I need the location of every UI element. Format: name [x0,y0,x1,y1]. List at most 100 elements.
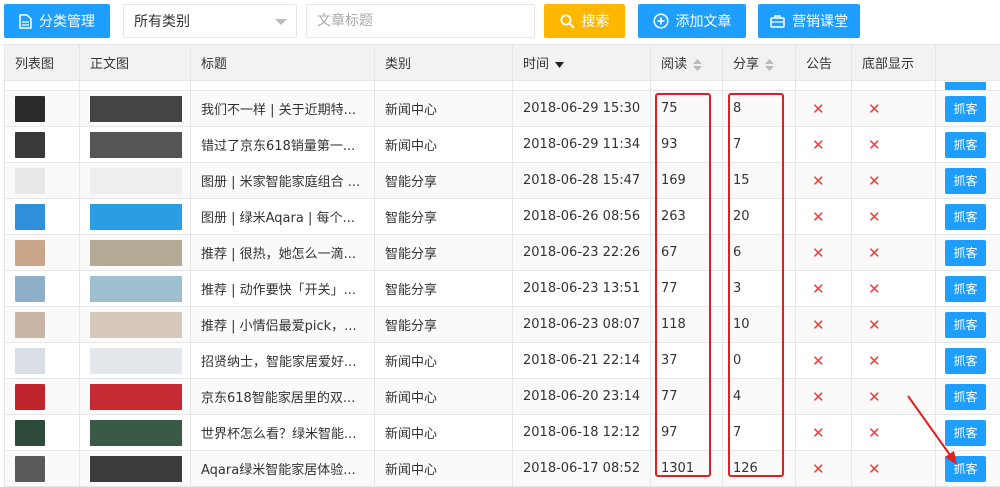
grab-customer-button[interactable]: 抓客 [945,95,986,122]
col-reads[interactable]: 阅读 [650,44,723,81]
article-title[interactable]: 我们不一样 | 关于近期特... [190,90,375,127]
grab-customer-button[interactable]: 抓客 [945,383,986,410]
col-bottom-display: 底部显示 [851,44,936,81]
grab-customer-button[interactable]: 抓客 [945,203,986,230]
list-thumbnail [15,383,45,410]
col-time[interactable]: 时间 [512,44,651,81]
close-icon[interactable]: ✕ [806,316,825,334]
article-category: 智能分享 [374,306,513,343]
share-count: 10 [722,306,796,343]
article-category: 智能分享 [374,234,513,271]
sort-icon[interactable] [765,58,775,71]
table-row: 图册 | 绿米Aqara | 每个... 智能分享 2018-06-26 08:… [4,198,1000,235]
article-title[interactable]: 推荐 | 动作要快「开关」... [190,270,375,307]
close-icon[interactable]: ✕ [862,100,881,118]
close-icon[interactable]: ✕ [806,388,825,406]
document-icon [19,13,32,29]
body-image-cell [79,126,191,163]
close-icon[interactable]: ✕ [862,460,881,478]
article-title[interactable]: 图册 | 米家智能家庭组合 ... [190,162,375,199]
table-row: 招贤纳士，智能家居爱好... 新闻中心 2018-06-21 22:14 37 … [4,342,1000,379]
article-title[interactable]: 错过了京东618销量第一... [190,126,375,163]
notice-cell: ✕ [795,234,852,271]
list-thumbnail [15,419,45,446]
close-icon[interactable]: ✕ [862,424,881,442]
article-title[interactable]: 推荐 | 很热，她怎么一滴... [190,234,375,271]
close-icon[interactable]: ✕ [862,388,881,406]
grab-customer-button[interactable]: 抓客 [945,275,986,302]
body-image-cell [79,270,191,307]
close-icon[interactable]: ✕ [806,244,825,262]
category-manage-button[interactable]: 分类管理 [4,4,110,38]
close-icon[interactable]: ✕ [862,208,881,226]
close-icon[interactable]: ✕ [862,244,881,262]
share-count: 15 [722,162,796,199]
close-icon[interactable]: ✕ [862,172,881,190]
bottom-display-cell: ✕ [851,270,936,307]
grab-customer-button[interactable]: 抓客 [945,131,986,158]
table-row: 错过了京东618销量第一... 新闻中心 2018-06-29 11:34 93… [4,126,1000,163]
action-cell: 抓客 [935,342,1000,379]
article-title[interactable]: 京东618智能家居里的双... [190,378,375,415]
article-time: 2018-06-23 13:51 [512,270,651,307]
close-icon[interactable]: ✕ [806,136,825,154]
close-icon[interactable]: ✕ [806,100,825,118]
article-title[interactable]: Aqara绿米智能家居体验... [190,450,375,487]
close-icon[interactable]: ✕ [862,352,881,370]
category-select[interactable]: 所有类别 [123,4,297,38]
col-actions [935,44,1000,81]
article-time: 2018-06-26 08:56 [512,198,651,235]
close-icon[interactable]: ✕ [806,352,825,370]
close-icon[interactable]: ✕ [806,424,825,442]
close-icon[interactable]: ✕ [806,208,825,226]
article-title[interactable]: 推荐 | 小情侣最爱pick，... [190,306,375,343]
article-title[interactable]: 招贤纳士，智能家居爱好... [190,342,375,379]
grab-customer-button[interactable]: 抓客 [945,419,986,446]
close-icon[interactable]: ✕ [806,172,825,190]
notice-cell: ✕ [795,90,852,127]
bottom-display-cell: ✕ [851,378,936,415]
close-icon[interactable]: ✕ [806,460,825,478]
article-category: 智能分享 [374,198,513,235]
article-title-input[interactable] [306,4,535,38]
article-category: 新闻中心 [374,90,513,127]
add-article-button[interactable]: 添加文章 [638,4,746,38]
share-count: 126 [722,450,796,487]
notice-cell: ✕ [795,450,852,487]
close-icon[interactable]: ✕ [806,280,825,298]
grab-customer-button[interactable]: 抓客 [945,239,986,266]
grab-customer-button[interactable]: 抓客 [945,455,986,482]
marketing-course-button[interactable]: 营销课堂 [758,4,860,38]
bottom-display-cell: ✕ [851,234,936,271]
body-image-thumbnail [90,383,182,410]
read-count: 93 [650,126,723,163]
list-thumbnail-cell [4,270,80,307]
table-row: Aqara绿米智能家居体验... 新闻中心 2018-06-17 08:52 1… [4,450,1000,487]
article-title[interactable]: 图册 | 绿米Aqara | 每个... [190,198,375,235]
notice-cell: ✕ [795,306,852,343]
body-image-thumbnail [90,203,182,230]
notice-cell: ✕ [795,270,852,307]
grab-customer-button[interactable]: 抓客 [945,311,986,338]
grab-customer-button[interactable]: 抓客 [945,347,986,374]
article-title[interactable]: 世界杯怎么看？绿米智能... [190,414,375,451]
close-icon[interactable]: ✕ [862,136,881,154]
share-count: 8 [722,90,796,127]
table-row: 世界杯怎么看？绿米智能... 新闻中心 2018-06-18 12:12 97 … [4,414,1000,451]
action-cell: 抓客 [935,306,1000,343]
table-row: 推荐 | 小情侣最爱pick，... 智能分享 2018-06-23 08:07… [4,306,1000,343]
list-thumbnail [15,455,45,482]
article-category: 新闻中心 [374,378,513,415]
close-icon[interactable]: ✕ [862,316,881,334]
body-image-cell [79,342,191,379]
plus-circle-icon [652,13,669,29]
article-category: 新闻中心 [374,342,513,379]
notice-cell: ✕ [795,378,852,415]
col-shares[interactable]: 分享 [722,44,796,81]
sort-icon[interactable] [693,58,703,71]
search-button[interactable]: 搜索 [544,4,625,38]
action-cell: 抓客 [935,378,1000,415]
sort-desc-icon[interactable] [555,61,565,68]
close-icon[interactable]: ✕ [862,280,881,298]
grab-customer-button[interactable]: 抓客 [945,167,986,194]
